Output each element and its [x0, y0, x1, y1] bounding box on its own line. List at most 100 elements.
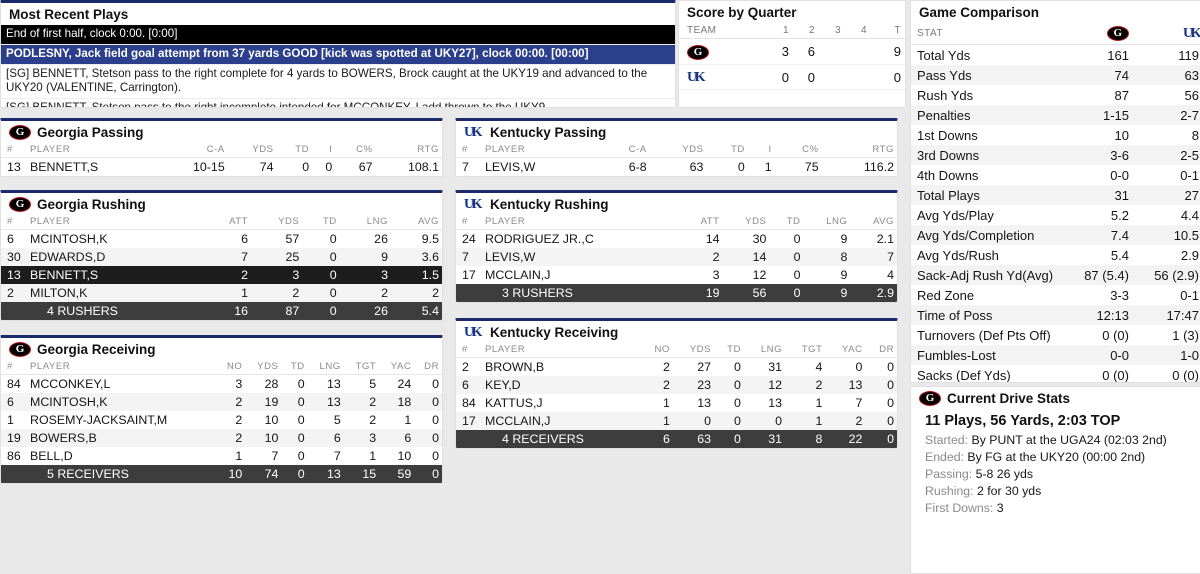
table-row[interactable]: 4 RECEIVERS6630318220	[456, 430, 897, 448]
table-row: Penalties1-152-7	[911, 105, 1200, 125]
table-row[interactable]: 7LEVIS,W6-8630175116.2	[456, 158, 897, 177]
cell-dr: 0	[865, 430, 897, 448]
cell-yds: 19	[245, 393, 281, 411]
georgia-logo-icon: G	[919, 391, 941, 406]
table-header-row: #PLAYERC-AYDSTDIC%RTG	[1, 143, 442, 158]
cell-td: 0	[302, 248, 339, 266]
table-row[interactable]: 13BENNETT,S23031.5	[1, 266, 442, 284]
georgia-receiving-table: #PLAYERNOYDSTDLNGTGTYACDR 84MCCONKEY,L32…	[1, 360, 442, 483]
table-row[interactable]: 17MCCLAIN,J312094	[456, 266, 897, 284]
table-row[interactable]: 24RODRIGUEZ JR.,C1430092.1	[456, 230, 897, 249]
kentucky-receiving-card: UK Kentucky Receiving #PLAYERNOYDSTDLNGT…	[455, 318, 898, 449]
table-row[interactable]: 84KATTUS,J113013170	[456, 394, 897, 412]
table-row[interactable]: 6MCINTOSH,K2190132180	[1, 393, 442, 411]
cell-num	[456, 284, 482, 302]
table-body: 6MCINTOSH,K6570269.530EDWARDS,D725093.61…	[1, 230, 442, 321]
score-q3	[819, 65, 845, 90]
cell-td: 0	[714, 358, 744, 377]
score-q4	[845, 39, 871, 65]
kentucky-value: 10.5	[1135, 225, 1200, 245]
cell-num: 86	[1, 447, 27, 465]
game-comparison-table: STAT G UK Total Yds161119Pass Yds7463Rus…	[911, 23, 1200, 383]
column-header: NO	[641, 343, 673, 358]
cell-player: KATTUS,J	[482, 394, 641, 412]
cell-yac: 2	[825, 412, 865, 430]
table-body: 2BROWN,B2270314006KEY,D223012213084KATTU…	[456, 358, 897, 449]
cell-yac: 0	[825, 358, 865, 377]
table-row[interactable]: 7LEVIS,W214087	[456, 248, 897, 266]
cell-td: 0	[281, 375, 307, 394]
kentucky-passing-table: #PLAYERC-AYDSTDIC%RTG 7LEVIS,W6-86301751…	[456, 143, 897, 176]
card-title-text: Current Drive Stats	[947, 391, 1070, 406]
column-header: TEAM	[679, 23, 767, 39]
cell-td: 0	[769, 284, 803, 302]
play-row[interactable]: PODLESNY, Jack field goal attempt from 3…	[1, 45, 675, 65]
column-header: 4	[845, 23, 871, 39]
cell-rtg: 108.1	[376, 158, 442, 177]
play-row[interactable]: [SG] BENNETT, Stetson pass to the right …	[1, 99, 675, 108]
table-row[interactable]: 86BELL,D17071100	[1, 447, 442, 465]
table-row[interactable]: 2MILTON,K12022	[1, 284, 442, 302]
column-header: TGT	[785, 343, 825, 358]
table-row[interactable]: 6KEY,D2230122130	[456, 376, 897, 394]
georgia-value: 10	[1071, 125, 1135, 145]
cell-num: 2	[456, 358, 482, 377]
column-header: #	[1, 143, 27, 158]
cell-player: BELL,D	[27, 447, 217, 465]
cell-yds: 87	[251, 302, 302, 320]
georgia-value: 87	[1071, 85, 1135, 105]
table-header-row: #PLAYERATTYDSTDLNGAVG	[456, 215, 897, 230]
kentucky-value: 119	[1135, 45, 1200, 66]
column-header: DR	[865, 343, 897, 358]
cell-yds: 3	[251, 266, 302, 284]
cell-dr: 0	[414, 393, 442, 411]
cell-att: 1	[204, 284, 251, 302]
table-row[interactable]: 5 RECEIVERS107401315590	[1, 465, 442, 483]
georgia-value: 161	[1071, 45, 1135, 66]
cell-avg: 9.5	[391, 230, 442, 249]
cell-lng: 9	[803, 266, 850, 284]
kentucky-value: 0 (0)	[1135, 365, 1200, 383]
table-row[interactable]: 84MCCONKEY,L3280135240	[1, 375, 442, 394]
cell-player: LEVIS,W	[482, 248, 680, 266]
drive-first-downs-value: 3	[997, 501, 1004, 515]
kentucky-value: 2-7	[1135, 105, 1200, 125]
table-header-row: STAT G UK	[911, 23, 1200, 45]
georgia-value: 3-6	[1071, 145, 1135, 165]
column-header: YDS	[723, 215, 770, 230]
table-row: Red Zone3-30-1	[911, 285, 1200, 305]
kentucky-receiving-title: UK Kentucky Receiving	[456, 321, 897, 343]
cell-lng: 12	[744, 376, 785, 394]
column-header: TD	[714, 343, 744, 358]
cell-player: ROSEMY-JACKSAINT,M	[27, 411, 217, 429]
table-row[interactable]: 13BENNETT,S10-15740067108.1	[1, 158, 442, 177]
team-logo-cell: G	[679, 39, 767, 65]
cell-dr: 0	[414, 447, 442, 465]
table-row[interactable]: 19BOWERS,B21006360	[1, 429, 442, 447]
table-body: 84MCCONKEY,L32801352406MCINTOSH,K2190132…	[1, 375, 442, 484]
cell-yds: 25	[251, 248, 302, 266]
cell-lng: 13	[308, 375, 344, 394]
kentucky-logo-icon: UK	[464, 325, 484, 340]
georgia-passing-card: G Georgia Passing #PLAYERC-AYDSTDIC%RTG …	[0, 118, 443, 177]
column-header: AVG	[850, 215, 897, 230]
kentucky-logo-icon: UK	[1179, 26, 1199, 41]
column-header: I	[748, 143, 775, 158]
table-row[interactable]: 30EDWARDS,D725093.6	[1, 248, 442, 266]
cell-player: MCINTOSH,K	[27, 393, 217, 411]
table-row[interactable]: 3 RUSHERS1956092.9	[456, 284, 897, 302]
stat-label: Sack-Adj Rush Yd(Avg)	[911, 265, 1071, 285]
column-header: LNG	[744, 343, 785, 358]
column-header: TD	[302, 215, 339, 230]
play-row[interactable]: End of first half, clock 0:00. [0:00]	[1, 25, 675, 45]
table-row[interactable]: 1ROSEMY-JACKSAINT,M21005210	[1, 411, 442, 429]
georgia-value: 3-3	[1071, 285, 1135, 305]
table-row[interactable]: 17MCCLAIN,J1000120	[456, 412, 897, 430]
table-row[interactable]: 4 RUSHERS16870265.4	[1, 302, 442, 320]
stat-label: Pass Yds	[911, 65, 1071, 85]
play-row[interactable]: [SG] BENNETT, Stetson pass to the right …	[1, 65, 675, 99]
georgia-value: 31	[1071, 185, 1135, 205]
table-row[interactable]: 2BROWN,B227031400	[456, 358, 897, 377]
kentucky-value: 0-1	[1135, 285, 1200, 305]
table-row[interactable]: 6MCINTOSH,K6570269.5	[1, 230, 442, 249]
